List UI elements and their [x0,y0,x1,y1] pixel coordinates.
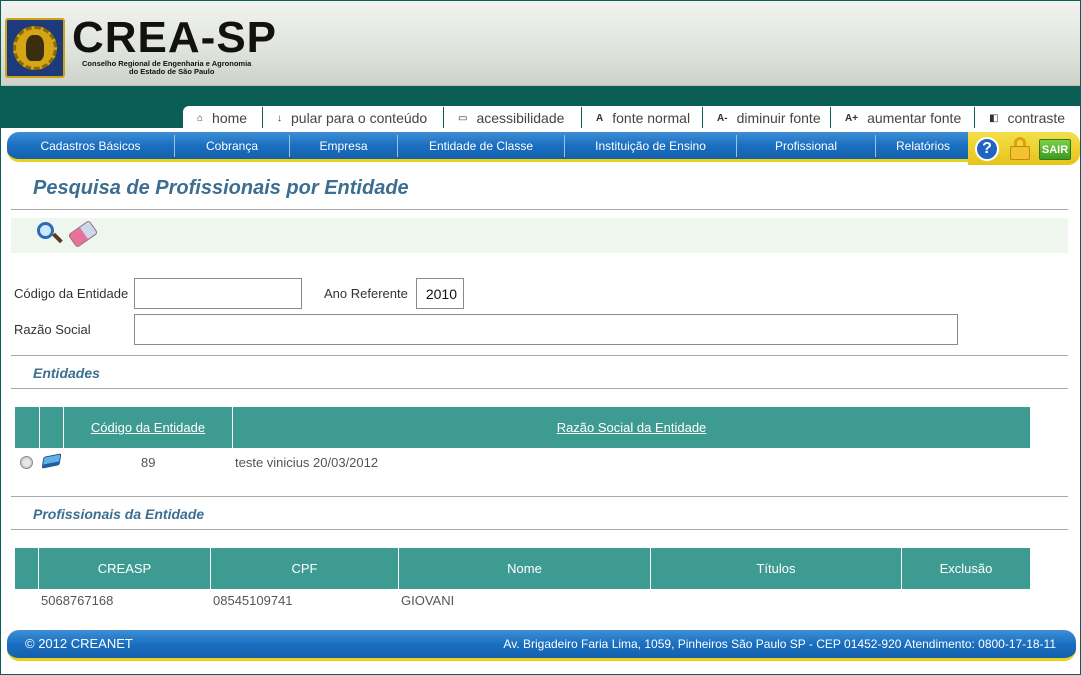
divider [11,529,1068,530]
acc-contrast-label: contraste [1007,110,1066,126]
nav-instituicao-de-ensino[interactable]: Instituição de Ensino [565,134,737,157]
action-toolbar [11,218,1068,253]
razao-social-input[interactable] [134,314,958,345]
divider [11,388,1068,389]
logo-subtitle-line2: do Estado de São Paulo [129,67,215,76]
col-titulos: Títulos [651,548,902,589]
codigo-entidade-input[interactable] [134,278,302,309]
codigo-label: Código da Entidade [14,286,129,301]
gear-icon [13,26,57,70]
logo-title[interactable]: CREA-SP [72,16,277,60]
acc-font-normal-label: fonte normal [612,110,691,126]
cell-creasp: 5068767168 [41,593,114,608]
acc-accessibility-link[interactable]: ▭ acessibilidade [444,107,582,129]
profissionais-table-header: CREASP CPF Nome Títulos Exclusão [15,548,1030,589]
nav-empresa[interactable]: Empresa [290,134,398,157]
col-codigo-entidade-label[interactable]: Código da Entidade [91,420,205,435]
ano-referente-input[interactable]: 2010 [416,278,464,309]
col-codigo-entidade[interactable]: Código da Entidade [64,407,233,448]
font-decrease-icon: A- [717,112,728,124]
spacer-column [15,548,39,589]
font-increase-icon: A+ [845,112,859,124]
acc-font-normal-link[interactable]: A fonte normal [582,107,703,129]
cell-nome: GIOVANI [401,593,455,608]
select-column [15,407,40,448]
acc-home-label: home [212,110,248,126]
footer-address: Av. Brigadeiro Faria Lima, 1059, Pinheir… [503,637,1056,651]
contrast-icon: ◧ [989,112,999,124]
col-razao-social-label[interactable]: Razão Social da Entidade [557,420,707,435]
nav-profissional[interactable]: Profissional [737,134,876,157]
acc-skip-label: pular para o conteúdo [291,110,428,126]
divider [11,209,1068,210]
acc-skip-link[interactable]: ↓ pular para o conteúdo [263,107,444,129]
cell-codigo: 89 [141,455,156,470]
search-icon[interactable] [37,222,63,248]
col-nome: Nome [399,548,651,589]
page-title: Pesquisa de Profissionais por Entidade [33,177,409,199]
entidades-table-header: Código da Entidade Razão Social da Entid… [15,407,1030,448]
nav-entidade-de-classe[interactable]: Entidade de Classe [398,134,565,157]
cell-cpf: 08545109741 [213,593,293,608]
col-creasp: CREASP [39,548,211,589]
acc-font-increase-link[interactable]: A+ aumentar fonte [831,107,975,129]
nav-relatorios[interactable]: Relatórios [876,135,970,157]
acc-home-link[interactable]: ⌂ home [183,107,263,129]
main-nav: Cadastros Básicos Cobrança Empresa Entid… [7,132,970,162]
main-frame: Cadastros Básicos Cobrança Empresa Entid… [0,128,1081,675]
col-razao-social-entidade[interactable]: Razão Social da Entidade [233,407,1030,448]
home-icon: ⌂ [197,112,204,124]
acc-accessibility-label: acessibilidade [476,110,565,126]
cell-razao-social: teste vinicius 20/03/2012 [235,455,379,470]
acc-font-decrease-label: diminuir fonte [736,110,821,126]
footer-copyright: © 2012 CREANET [25,636,133,651]
row-select-radio[interactable] [20,456,33,469]
font-normal-icon: A [596,112,604,124]
crea-seal-logo[interactable] [5,18,65,78]
acc-font-decrease-link[interactable]: A- diminuir fonte [703,107,831,129]
col-exclusao: Exclusão [939,561,993,576]
icon-column [40,407,64,448]
arrow-down-icon: ↓ [277,112,282,124]
col-cpf: CPF [211,548,399,589]
razao-label: Razão Social [14,322,91,337]
entidades-title: Entidades [33,365,100,381]
ano-label: Ano Referente [324,286,408,301]
divider [11,355,1068,356]
profissionais-title: Profissionais da Entidade [33,506,205,522]
nav-cobranca[interactable]: Cobrança [175,134,290,157]
help-icon[interactable]: ? [975,137,999,161]
divider [11,496,1068,497]
logout-button[interactable]: SAIR [1039,139,1071,160]
site-header: CREA-SP Conselho Regional de Engenharia … [0,0,1081,86]
laptop-icon: ▭ [458,112,468,124]
site-footer: © 2012 CREANET Av. Brigadeiro Faria Lima… [7,630,1076,661]
nav-cadastros-basicos[interactable]: Cadastros Básicos [7,134,175,157]
acc-font-increase-label: aumentar fonte [867,110,962,126]
accessibility-bar: ⌂ home ↓ pular para o conteúdo ▭ acessib… [183,106,1081,130]
acc-contrast-link[interactable]: ◧ contraste [975,107,1079,129]
lock-icon[interactable] [1010,137,1030,161]
